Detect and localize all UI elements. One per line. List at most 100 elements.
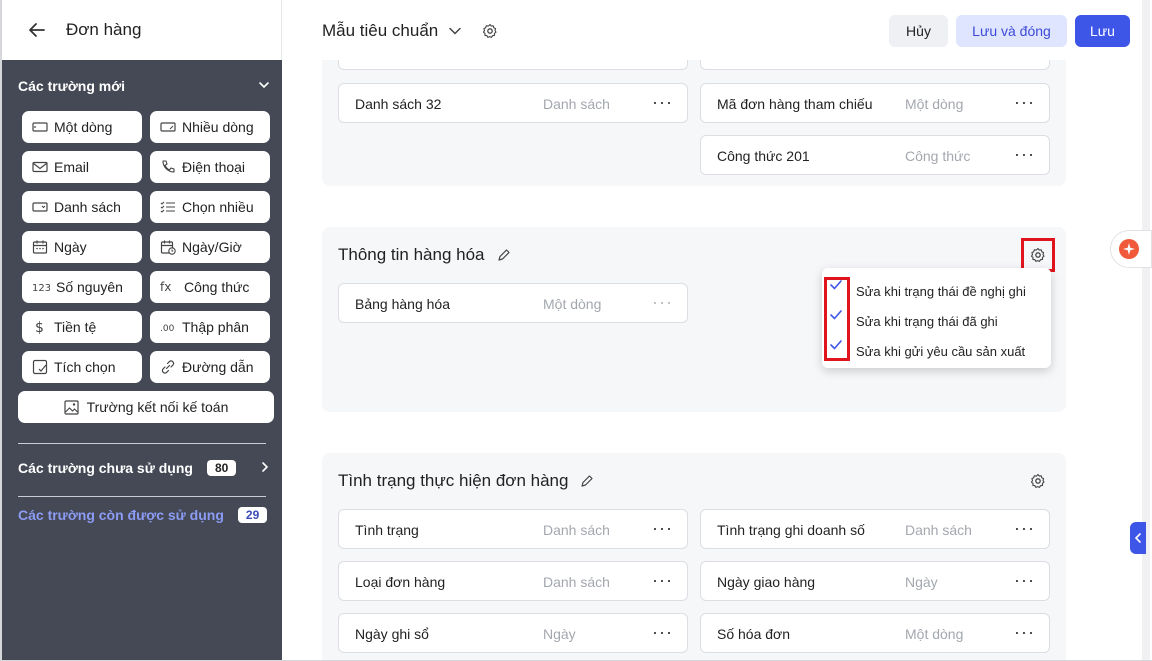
gear-icon[interactable] [1027,470,1049,492]
ai-assistant-button[interactable] [1110,230,1152,268]
sidebar-header: Đơn hàng [0,0,282,60]
field-name: Danh sách 32 [355,96,442,112]
field-type: Công thức [905,148,971,164]
field-checkbox[interactable]: Tích chọn [22,351,142,383]
scrollbar[interactable] [1142,0,1150,661]
field-name: Tình trạng ghi doanh số [717,522,865,538]
page-title: Đơn hàng [66,20,142,39]
pencil-icon[interactable] [580,474,594,488]
chevron-down-icon[interactable] [258,78,270,94]
template-selector[interactable]: Mẫu tiêu chuẩn [322,21,498,41]
field-multi-line[interactable]: Nhiều dòng [150,111,270,143]
arrow-left-icon[interactable] [26,19,48,41]
field-link[interactable]: Đường dẫn [150,351,270,383]
save-button[interactable]: Lưu [1075,15,1130,47]
field-sidebar: Các trường mới Một dòng Nhiều dòng Email… [2,60,282,661]
section-title: Thông tin hàng hóa [338,245,511,265]
field-label: Số nguyên [56,279,123,295]
permission-option[interactable]: Sửa khi gửi yêu cầu sản xuất [856,344,1025,359]
field-label: Email [54,159,90,175]
accounting-field-button[interactable]: Trường kết nối kế toán [18,391,274,423]
gear-highlight-box [1021,238,1055,272]
field-formula[interactable]: fx Công thức [150,271,270,303]
more-icon[interactable]: ··· [1014,144,1035,165]
more-icon[interactable]: ··· [1014,570,1035,591]
field-name: Bảng hàng hóa [355,296,450,312]
field-single-line[interactable]: Một dòng [22,111,142,143]
field-card[interactable]: Danh sách 32 Danh sách ··· [338,83,688,123]
field-type: Một dòng [543,296,602,312]
gear-icon[interactable] [482,23,498,39]
field-card[interactable]: Tình trạng Danh sách ··· [338,509,688,549]
formula-icon: fx [160,280,171,294]
field-phone[interactable]: Điện thoại [150,151,270,183]
currency-icon: $ [35,320,44,335]
more-icon[interactable]: ··· [1014,92,1035,113]
field-label: Tích chọn [54,359,116,375]
chevron-right-icon[interactable] [260,460,270,476]
new-fields-header[interactable]: Các trường mới [18,78,270,94]
field-type: Danh sách [543,522,610,538]
section-card-status: Tình trạng thực hiện đơn hàng Tình trạng… [322,453,1066,661]
available-fields-row[interactable]: Các trường còn được sử dụng 29 [18,507,268,523]
field-card[interactable]: Ngày giao hàng Ngày ··· [700,561,1050,601]
field-label: Một dòng [54,119,113,135]
section-title: Tình trạng thực hiện đơn hàng [338,471,594,491]
permission-option[interactable]: Sửa khi trạng thái đề nghị ghi [856,284,1026,299]
more-icon[interactable]: ··· [652,622,673,643]
field-card[interactable]: Loại đơn hàng Danh sách ··· [338,561,688,601]
field-type: Danh sách [543,96,610,112]
field-currency[interactable]: $ Tiền tệ [22,311,142,343]
field-card[interactable]: Công thức 201 Công thức ··· [700,135,1050,175]
field-card[interactable]: Ngày ghi sổ Ngày ··· [338,613,688,653]
field-integer[interactable]: 123 Số nguyên [22,271,142,303]
field-card[interactable] [338,60,688,70]
available-fields-label: Các trường còn được sử dụng [18,507,224,523]
save-and-close-button[interactable]: Lưu và đóng [956,15,1067,47]
more-icon[interactable]: ··· [652,570,673,591]
unused-count-badge: 80 [206,460,237,476]
permission-option[interactable]: Sửa khi trạng thái đã ghi [856,314,998,329]
chevron-down-icon [449,27,461,35]
number-icon: 123 [32,283,50,293]
more-icon[interactable]: ··· [1014,518,1035,539]
more-icon[interactable]: ··· [652,292,673,313]
field-decimal[interactable]: .00 Thập phân [150,311,270,343]
field-date[interactable]: Ngày [22,231,142,263]
field-label: Điện thoại [182,159,246,175]
field-multi-select[interactable]: Chọn nhiều [150,191,270,223]
field-card[interactable]: Mã đơn hàng tham chiếu Một dòng ··· [700,83,1050,123]
field-label: Thập phân [182,319,249,335]
collapse-panel-button[interactable] [1130,522,1146,554]
cancel-button[interactable]: Hủy [889,15,948,47]
field-email[interactable]: Email [22,151,142,183]
checkbox-icon [32,359,48,375]
field-card[interactable] [700,60,1050,70]
field-datetime[interactable]: Ngày/Giờ [150,231,270,263]
field-type: Ngày [543,626,576,642]
more-icon[interactable]: ··· [652,92,673,113]
toolbar: Mẫu tiêu chuẩn Hủy Lưu và đóng Lưu [282,0,1150,60]
field-label: Nhiều dòng [182,119,254,135]
sparkle-icon [1119,239,1139,259]
field-type: Danh sách [543,574,610,590]
svg-text:123: 123 [32,283,50,293]
field-dropdown[interactable]: Danh sách [22,191,142,223]
svg-text:$: $ [35,320,44,335]
link-icon [161,360,175,374]
more-icon[interactable]: ··· [652,518,673,539]
field-card[interactable]: Số hóa đơn Một dòng ··· [700,613,1050,653]
sidebar-divider [18,496,266,497]
pencil-icon[interactable] [497,248,511,262]
section-card: Danh sách 32 Danh sách ··· Mã đơn hàng t… [322,60,1066,186]
field-type: Ngày [905,574,938,590]
field-label: Tiền tệ [54,319,97,335]
field-card[interactable]: Tình trạng ghi doanh số Danh sách ··· [700,509,1050,549]
form-layout-area: Danh sách 32 Danh sách ··· Mã đơn hàng t… [282,60,1150,661]
field-card[interactable]: Bảng hàng hóa Một dòng ··· [338,283,688,323]
svg-text:.00: .00 [160,324,175,333]
unused-fields-row[interactable]: Các trường chưa sử dụng 80 [18,460,270,476]
field-type: Một dòng [905,96,964,112]
more-icon[interactable]: ··· [1014,622,1035,643]
svg-text:fx: fx [160,280,171,294]
